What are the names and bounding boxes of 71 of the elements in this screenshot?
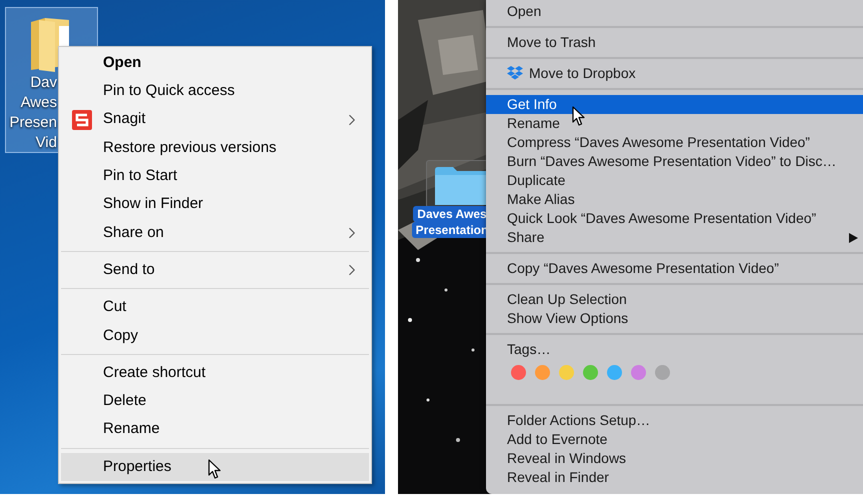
menu-item-label: Get Info [507,95,557,114]
menu-item[interactable]: Rename [486,114,863,133]
submenu-arrow-icon [849,232,858,242]
mouse-pointer-icon [208,459,222,480]
menu-item[interactable]: Move to Dropbox [486,64,863,83]
menu-item-label: Rename [507,114,560,133]
menu-item[interactable]: Get Info [486,95,863,114]
mouse-pointer-icon [572,106,586,127]
menu-item-label: Restore previous versions [103,138,276,158]
menu-item-label: Make Alias [507,190,575,209]
menu-item[interactable]: Delete [61,387,369,416]
menu-item[interactable]: Cut [61,293,369,322]
menu-item[interactable]: Properties [61,452,369,482]
menu-item-label: Properties [103,456,172,477]
menu-item-label: Delete [103,391,146,412]
menu-item-label: Copy “Daves Awesome Presentation Video” [507,259,779,278]
menu-item[interactable]: Copy “Daves Awesome Presentation Video” [486,259,863,278]
desktop-icon-label: Presen [9,113,57,133]
menu-item-label: Send to [103,260,155,280]
menu-item[interactable]: Restore previous versions [61,134,369,162]
menu-item[interactable]: Duplicate [486,171,863,190]
menu-item[interactable]: Folder Actions Setup… [486,411,863,430]
desktop-icon-label: Awes [20,93,57,113]
menu-item-label: Share [507,228,544,247]
snagit-logo-icon [72,110,92,130]
menu-item-label: Quick Look “Daves Awesome Presentation Video” [507,209,816,228]
menu-item-label: Reveal in Windows [507,449,626,468]
menu-item-label: Show in Finder [103,194,204,214]
menu-item[interactable]: Tags… [486,340,863,359]
menu-item-label: Show View Options [507,309,628,328]
desktop-icon-label: Dav [30,73,57,93]
menu-item-label: Pin to Quick access [103,81,235,102]
menu-item-label: Tags… [507,340,551,359]
menu-item[interactable]: Send to [61,256,369,284]
menu-item-label: Duplicate [507,171,566,190]
menu-item[interactable]: Move to Trash [486,33,863,52]
menu-item[interactable]: Open [61,49,369,78]
desktop-icon-label: Vid [36,133,57,153]
menu-item[interactable]: Share on [61,218,369,248]
menu-item[interactable]: Pin to Quick access [61,77,369,106]
menu-item[interactable]: Rename [61,416,369,444]
menu-item-label: Move to Trash [507,33,596,52]
menu-item[interactable]: Clean Up Selection [486,290,863,309]
menu-item-label: Share on [103,222,164,243]
menu-item-label: Pin to Start [103,166,178,186]
menu-item-label: Open [103,52,142,73]
menu-item[interactable]: Open [486,2,863,21]
menu-item-label: Create shortcut [103,362,206,383]
dropbox-logo-icon [507,66,523,81]
menu-item[interactable]: Copy [61,322,369,350]
menu-item[interactable]: Compress “Daves Awesome Presentation Video” [486,133,863,152]
menu-item-label: Clean Up Selection [507,290,627,309]
menu-item[interactable]: Create shortcut [61,358,369,388]
menu-item-label: Cut [103,297,126,318]
menu-item[interactable]: Reveal in Windows [486,449,863,468]
menu-item[interactable]: Add to Evernote [486,430,863,449]
menu-item[interactable]: Show in Finder [61,190,369,219]
menu-item-label: Open [507,2,542,21]
menu-item-label: Folder Actions Setup… [507,411,650,430]
menu-item-label: Snagit [103,109,146,130]
menu-item[interactable]: Show View Options [486,309,863,328]
menu-item[interactable]: Snagit [61,106,369,134]
menu-item[interactable]: Pin to Start [61,162,369,190]
menu-item-label: Reveal in Finder [507,468,609,487]
menu-item-label: Move to Dropbox [529,64,636,83]
menu-item-label: Compress “Daves Awesome Presentation Video” [507,133,810,152]
menu-item[interactable]: Reveal in Finder [486,468,863,487]
menu-item-label: Add to Evernote [507,430,608,449]
menu-item[interactable]: Make Alias [486,190,863,209]
menu-item-label: Rename [103,419,160,440]
menu-item-label: Copy [103,326,138,346]
